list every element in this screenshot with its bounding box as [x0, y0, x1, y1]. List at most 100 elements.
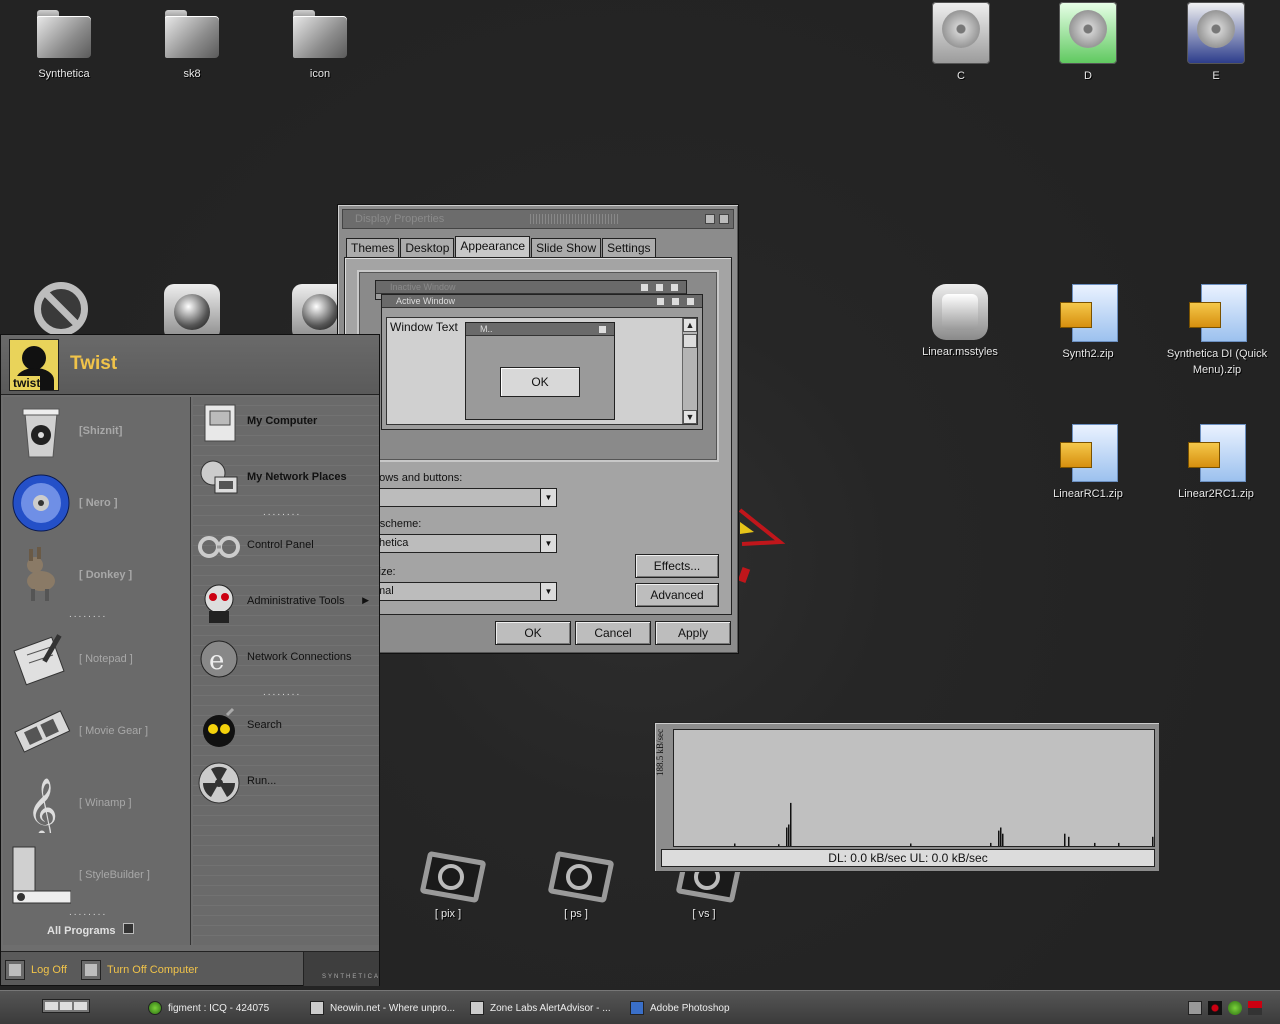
all-programs-label[interactable]: All Programs	[47, 925, 115, 937]
all-programs-arrow-icon[interactable]	[123, 923, 134, 934]
desktop-icon-linear-msstyles[interactable]: Linear.msstyles	[905, 284, 1015, 360]
desktop-icon-label: Linear2RC1.zip	[1178, 488, 1254, 500]
show-desktop-button[interactable]	[42, 999, 90, 1013]
window-titlebar[interactable]: Display Properties	[342, 209, 734, 229]
chevron-down-icon: ▼	[540, 535, 556, 552]
desktop-icon-drive-c[interactable]: C	[906, 2, 1016, 84]
network-connections-icon: e	[200, 640, 238, 678]
desktop-icon-label: C	[957, 70, 965, 82]
desktop-icon-label: Linear.msstyles	[922, 346, 998, 358]
pinned-programs: [Shiznit] [ Nero ] [ Donkey ] ........ […	[3, 397, 191, 945]
log-off-button[interactable]: Log Off	[5, 960, 67, 980]
tray-zonealarm-icon[interactable]	[1208, 1001, 1222, 1015]
font-size-select[interactable]: mal ▼	[373, 582, 557, 601]
taskbar-item-zonelabs[interactable]: Zone Labs AlertAdvisor - ...	[470, 999, 611, 1017]
desktop-icon-pix[interactable]: [ pix ]	[393, 846, 503, 922]
wallpaper-logo	[737, 508, 786, 583]
appearance-panel: Inactive Window Active Window Window Tex…	[344, 257, 732, 615]
menu-item-label: Run...	[247, 775, 277, 787]
menu-item-administrative-tools[interactable]: Administrative Tools ▶	[193, 577, 379, 629]
close-button[interactable]	[718, 214, 729, 224]
preview-scrollbar: ▲ ▼	[682, 318, 697, 424]
program-label: [ Movie Gear ]	[79, 725, 149, 737]
browser-icon	[310, 1001, 324, 1015]
taskbar-item-label: Adobe Photoshop	[650, 1002, 730, 1014]
effects-button[interactable]: Effects...	[635, 554, 719, 578]
no-entry-icon[interactable]	[34, 282, 88, 336]
brand-logo: SYNTHETICA	[303, 952, 379, 986]
bomb-search-icon	[203, 707, 235, 747]
preview-message-box: M.. OK	[465, 322, 615, 420]
tab-settings[interactable]: Settings	[602, 238, 656, 257]
display-properties-window[interactable]: Display Properties Themes Desktop Appear…	[337, 204, 739, 654]
arrow-down-icon: ▼	[683, 410, 697, 424]
hard-drive-icon	[1059, 2, 1117, 64]
tab-themes[interactable]: Themes	[346, 238, 400, 257]
program-item-shiznit[interactable]: [Shiznit]	[3, 397, 191, 467]
program-item-donkey[interactable]: [ Donkey ]	[3, 541, 191, 611]
apply-button[interactable]: Apply	[655, 621, 731, 645]
program-item-nero[interactable]: [ Nero ]	[3, 469, 191, 539]
taskbar-item-label: Zone Labs AlertAdvisor - ...	[490, 1002, 611, 1014]
stylebuilder-icon	[12, 846, 71, 904]
desktop-icon-ps[interactable]: [ ps ]	[521, 846, 631, 922]
avatar-text: twist	[13, 376, 41, 390]
msstyles-icon	[932, 284, 988, 340]
help-button[interactable]	[704, 214, 715, 224]
desktop-icon-synthetica-di-zip[interactable]: Synthetica DI (Quick Menu).zip	[1158, 282, 1276, 378]
desktop-icon-linearrc1-zip[interactable]: LinearRC1.zip	[1033, 422, 1143, 502]
program-label: [Shiznit]	[79, 425, 123, 437]
turn-off-button[interactable]: Turn Off Computer	[81, 960, 198, 980]
desktop-icon-drive-d[interactable]: D	[1033, 2, 1143, 84]
ok-button[interactable]: OK	[495, 621, 571, 645]
transfer-status: DL: 0.0 kB/sec UL: 0.0 kB/sec	[661, 849, 1155, 867]
desktop-icon-icon[interactable]: icon	[265, 4, 375, 82]
tab-slide-show[interactable]: Slide Show	[531, 238, 602, 257]
color-scheme-select[interactable]: thetica ▼	[373, 534, 557, 553]
svg-text:𝄞: 𝄞	[27, 778, 58, 833]
program-item-winamp[interactable]: 𝄞 [ Winamp ]	[3, 769, 191, 839]
tray-network-icon[interactable]	[1248, 1001, 1262, 1015]
desktop-icon-label: Synthetica DI (Quick Menu).zip	[1166, 348, 1268, 376]
desktop-icon-drive-e[interactable]: E	[1161, 2, 1271, 84]
tray-icq-icon[interactable]	[1228, 1001, 1242, 1015]
separator-dots: ........	[263, 507, 302, 518]
globe-icon[interactable]	[164, 284, 220, 340]
icq-flower-icon	[148, 1001, 162, 1015]
menu-item-control-panel[interactable]: Control Panel	[193, 521, 379, 573]
menu-item-my-computer[interactable]: My Computer	[193, 397, 379, 449]
desktop-icon-linear2rc1-zip[interactable]: Linear2RC1.zip	[1161, 422, 1271, 502]
graph-bar	[1118, 842, 1120, 846]
menu-item-run[interactable]: Run...	[193, 757, 379, 809]
turn-off-label: Turn Off Computer	[107, 964, 199, 976]
advanced-button[interactable]: Advanced	[635, 583, 719, 607]
desktop-icon-sk8[interactable]: sk8	[137, 4, 247, 82]
menu-item-my-network-places[interactable]: My Network Places	[193, 453, 379, 505]
program-item-notepad[interactable]: [ Notepad ]	[3, 625, 191, 695]
program-item-movie-gear[interactable]: [ Movie Gear ]	[3, 697, 191, 767]
menu-item-network-connections[interactable]: e Network Connections	[193, 633, 379, 685]
graph-bar	[1000, 827, 1002, 846]
menu-item-search[interactable]: Search	[193, 701, 379, 753]
window-title: Display Properties	[355, 213, 445, 225]
tab-strip: Themes Desktop Appearance Slide Show Set…	[346, 236, 657, 257]
separator-dots: ........	[69, 609, 108, 620]
program-item-stylebuilder[interactable]: [ StyleBuilder ]	[3, 841, 191, 911]
log-off-icon	[5, 960, 25, 980]
taskbar-item-photoshop[interactable]: Adobe Photoshop	[630, 999, 730, 1017]
cancel-button[interactable]: Cancel	[575, 621, 651, 645]
network-meter-widget[interactable]: 188.5 kB/sec DL: 0.0 kB/sec UL: 0.0 kB/s…	[654, 722, 1160, 872]
desktop-icon-label: Synth2.zip	[1062, 348, 1114, 360]
preview-ok-button: OK	[500, 367, 580, 397]
notepad-icon	[13, 634, 65, 686]
desktop-icon-synth2-zip[interactable]: Synth2.zip	[1033, 282, 1143, 362]
tab-appearance[interactable]: Appearance	[455, 236, 531, 257]
tab-desktop[interactable]: Desktop	[400, 238, 455, 257]
tray-grip-icon[interactable]	[1188, 1001, 1202, 1015]
arrow-up-icon: ▲	[683, 318, 697, 332]
taskbar-item-icq[interactable]: figment : ICQ - 424075	[148, 999, 269, 1017]
windows-buttons-select[interactable]: ▼	[373, 488, 557, 507]
taskbar-item-neowin[interactable]: Neowin.net - Where unpro...	[310, 999, 455, 1017]
preview-active-window: Active Window Window Text ▲ ▼ M.. OK	[381, 294, 703, 430]
desktop-icon-synthetica[interactable]: Synthetica	[9, 4, 119, 82]
